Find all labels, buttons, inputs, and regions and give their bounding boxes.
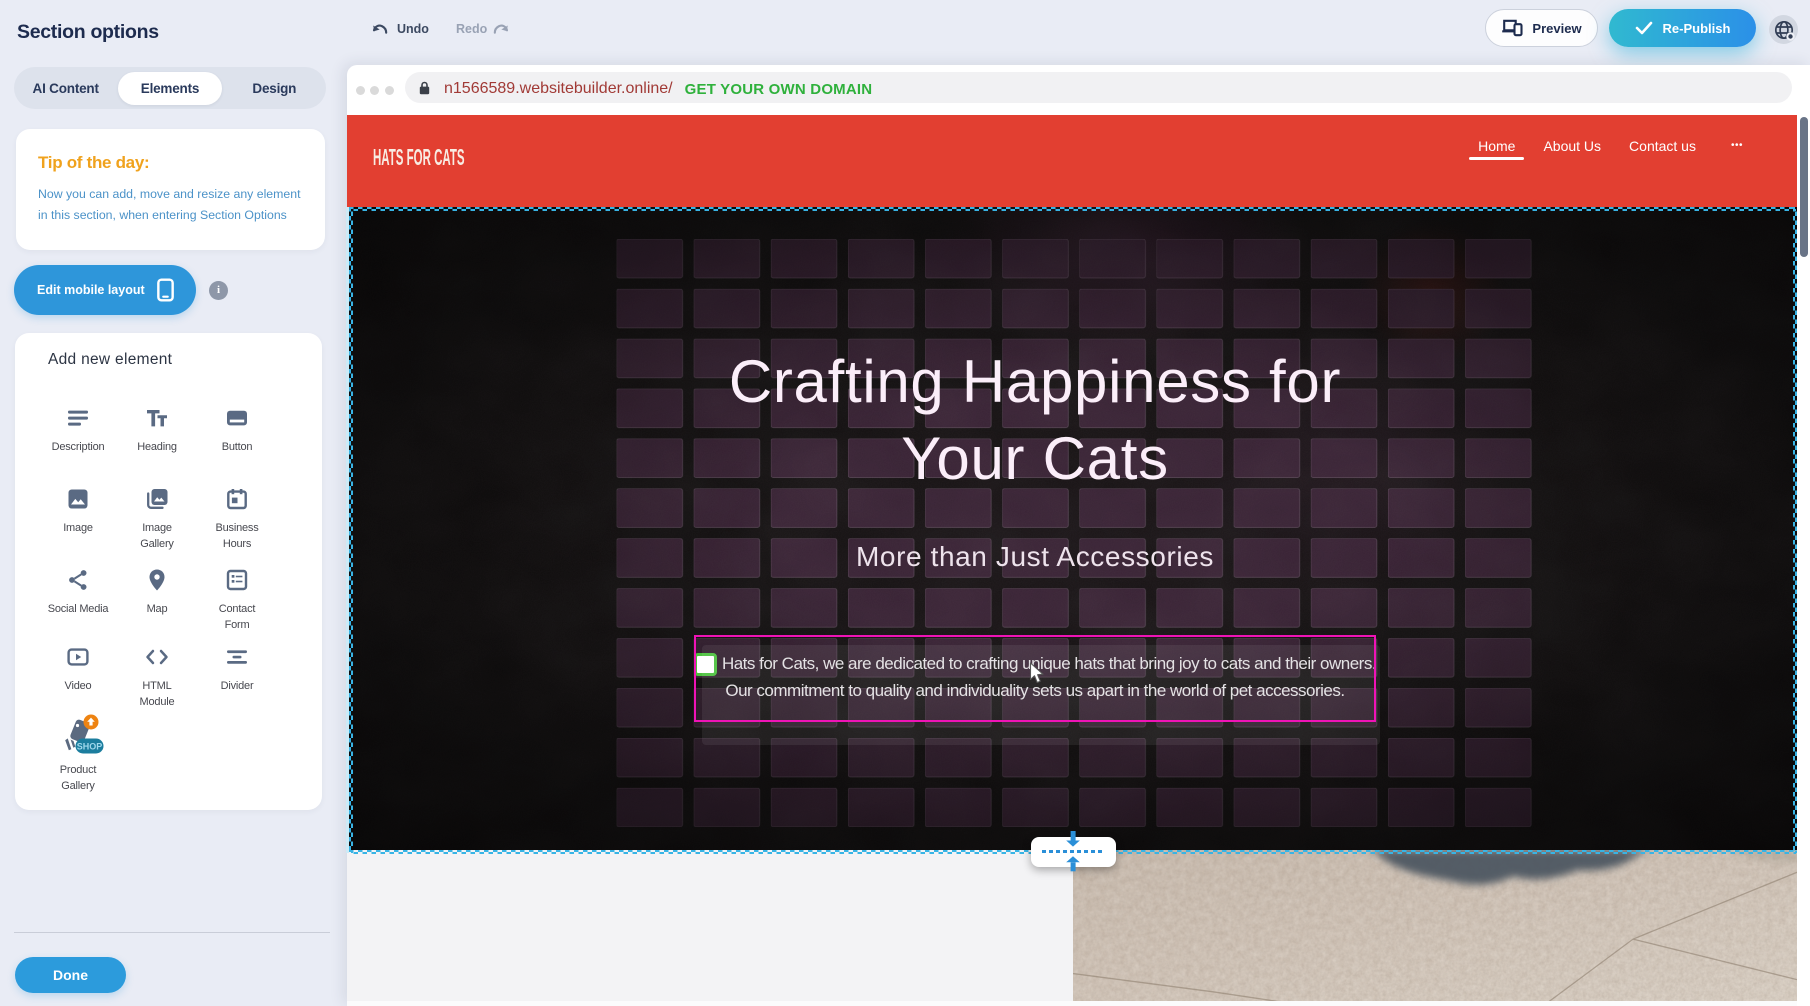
svg-text:SHOP: SHOP bbox=[76, 742, 102, 752]
